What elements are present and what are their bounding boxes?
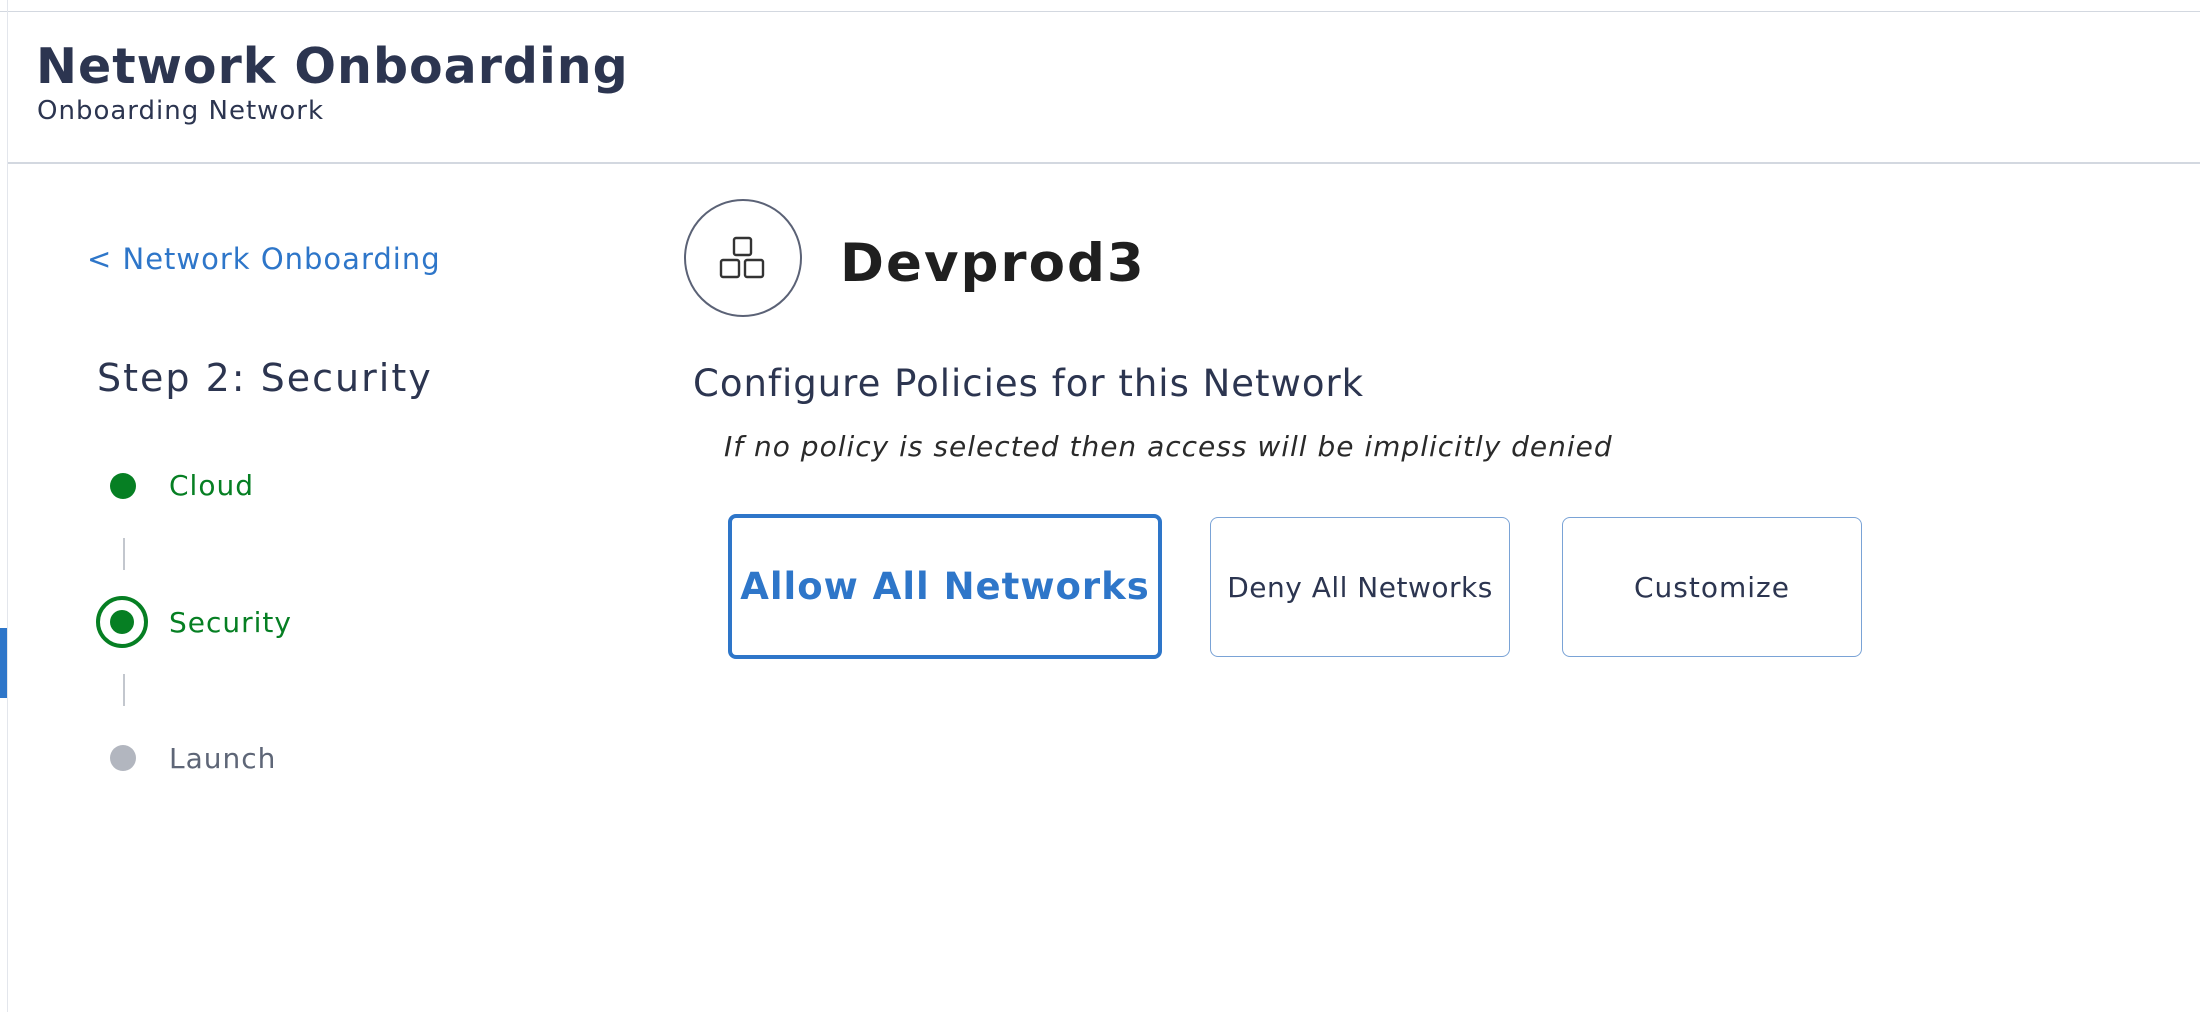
allow-all-networks-option[interactable]: Allow All Networks	[728, 514, 1162, 659]
stepper-item-label-cloud: Cloud	[169, 469, 254, 502]
stepper-item-security[interactable]: Security	[96, 596, 396, 648]
stepper-connector	[123, 538, 125, 570]
stepper-item-launch[interactable]: Launch	[96, 732, 396, 784]
step-current-ring-icon	[96, 596, 148, 648]
customize-option[interactable]: Customize	[1562, 517, 1862, 657]
step-complete-dot-icon	[110, 473, 136, 499]
step-heading: Step 2: Security	[97, 356, 433, 400]
network-name: Devprod3	[840, 233, 1146, 294]
page-subtitle: Onboarding Network	[37, 96, 325, 126]
network-avatar	[684, 199, 802, 317]
back-to-network-onboarding-link[interactable]: < Network Onboarding	[87, 242, 441, 276]
page: Network Onboarding Onboarding Network < …	[0, 0, 2200, 1012]
stepper-item-label-security: Security	[169, 606, 292, 639]
page-title: Network Onboarding	[36, 38, 629, 95]
policies-heading: Configure Policies for this Network	[693, 362, 1365, 405]
left-rail-active-indicator	[0, 628, 7, 698]
stepper-connector	[123, 674, 125, 706]
stepper-item-cloud[interactable]: Cloud	[96, 460, 396, 512]
stepper-item-label-launch: Launch	[169, 742, 277, 775]
policies-note: If no policy is selected then access wil…	[724, 430, 1613, 463]
stacked-boxes-icon	[719, 236, 765, 279]
deny-all-networks-option[interactable]: Deny All Networks	[1210, 517, 1510, 657]
step-pending-dot-icon	[110, 745, 136, 771]
